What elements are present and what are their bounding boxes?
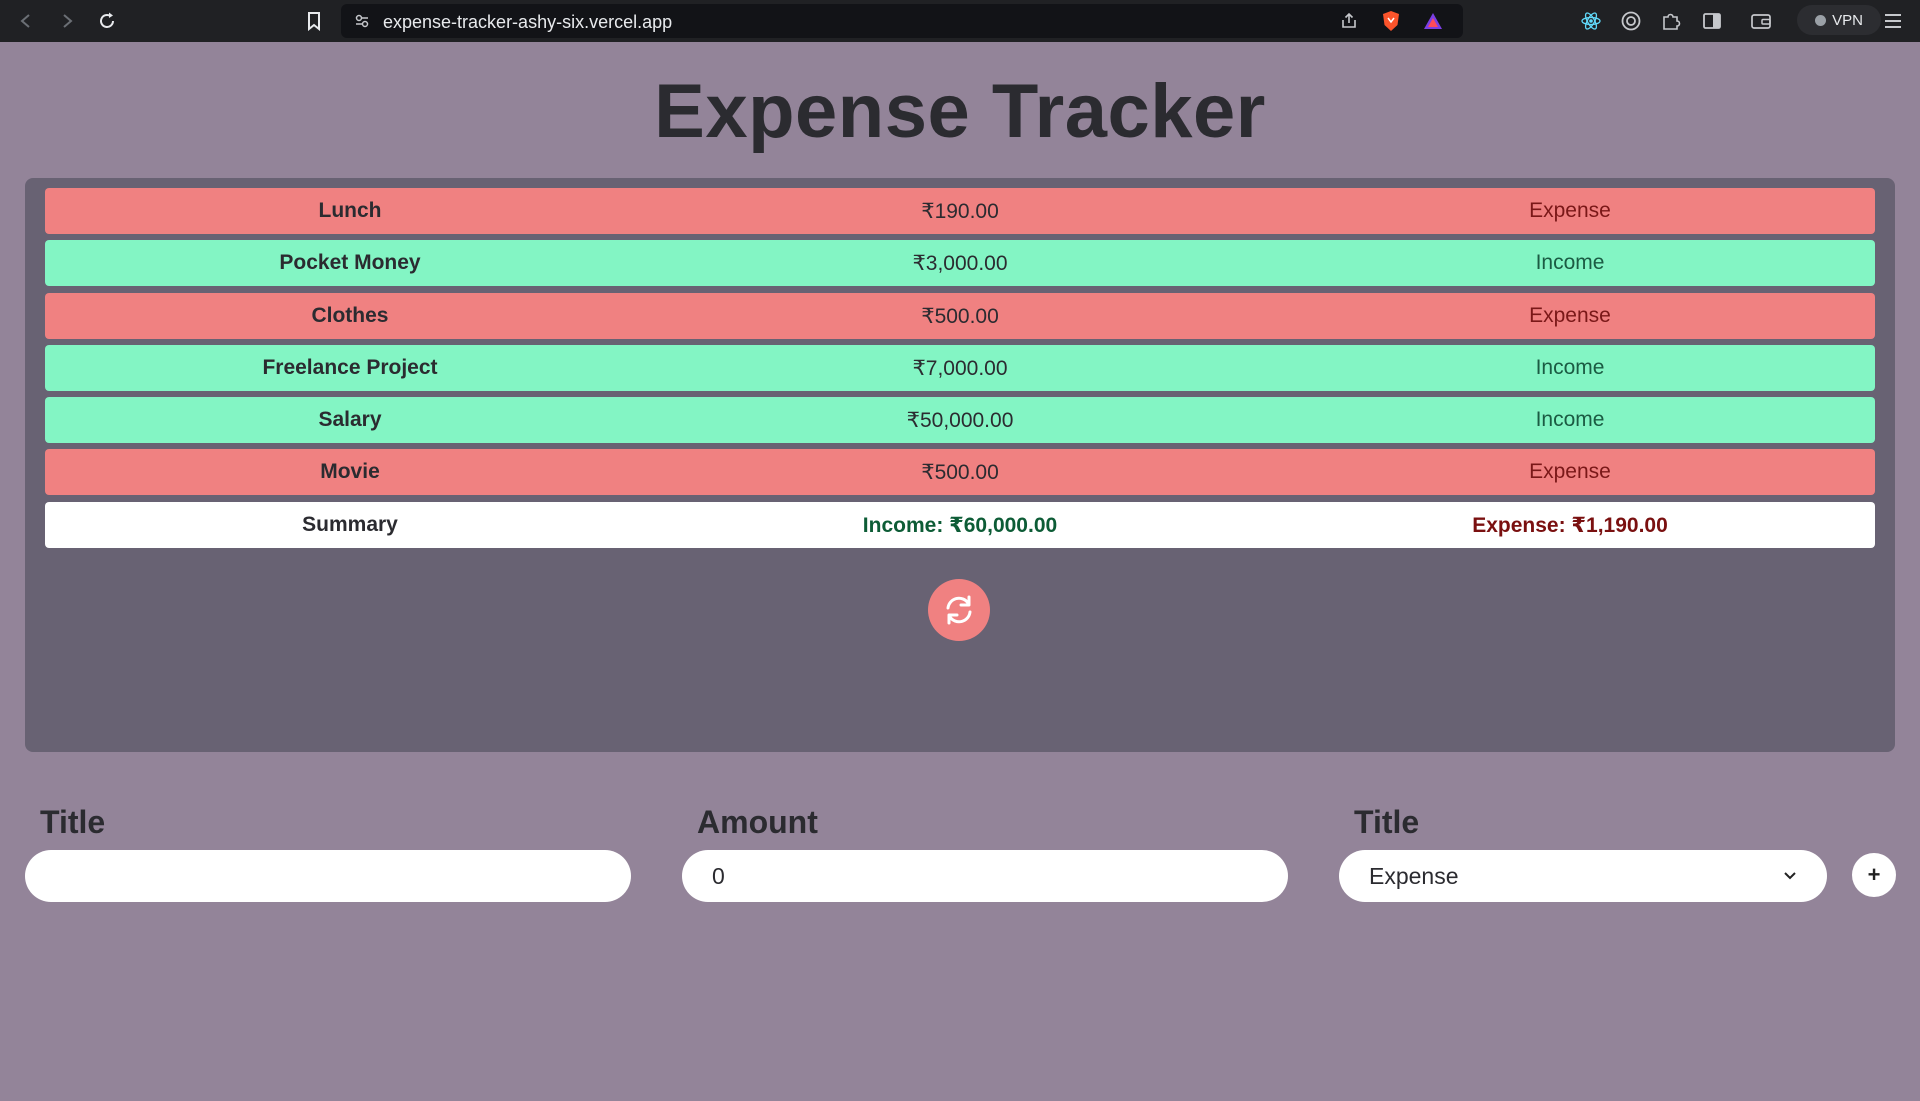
- transaction-title: Freelance Project: [262, 356, 438, 379]
- sidebar-toggle-icon[interactable]: [1699, 8, 1725, 34]
- browser-toolbar: expense-tracker-ashy-six.vercel.app VPN: [0, 0, 1920, 42]
- refresh-icon: [946, 595, 972, 625]
- brave-shield-icon[interactable]: [1380, 10, 1402, 32]
- vpn-button[interactable]: VPN: [1797, 5, 1881, 35]
- transaction-title: Lunch: [318, 199, 382, 222]
- back-arrow-icon[interactable]: [12, 7, 40, 35]
- amount-input[interactable]: 0: [682, 850, 1288, 902]
- amount-label: Amount: [697, 804, 818, 840]
- site-info-icon[interactable]: [351, 10, 373, 32]
- title-label: Title: [40, 804, 106, 840]
- target-extension-icon[interactable]: [1618, 8, 1644, 34]
- refresh-button[interactable]: [928, 579, 990, 641]
- address-bar[interactable]: expense-tracker-ashy-six.vercel.app: [341, 4, 1463, 38]
- transaction-amount: ₹3,000.00: [912, 251, 1008, 275]
- transaction-type: Expense: [1529, 304, 1611, 327]
- chevron-down-icon: [1784, 872, 1796, 880]
- transaction-amount: ₹7,000.00: [912, 356, 1008, 380]
- transactions-panel: Lunch ₹190.00 Expense Pocket Money ₹3,00…: [25, 178, 1895, 752]
- extensions-puzzle-icon[interactable]: [1658, 8, 1684, 34]
- transaction-amount: ₹50,000.00: [906, 408, 1014, 432]
- type-selected-value: Expense: [1369, 862, 1459, 889]
- transaction-row[interactable]: Freelance Project ₹7,000.00 Income: [45, 345, 1875, 391]
- transaction-amount: ₹500.00: [921, 460, 999, 484]
- react-devtools-icon[interactable]: [1578, 8, 1604, 34]
- bookmark-icon[interactable]: [300, 7, 328, 35]
- transaction-row[interactable]: Salary ₹50,000.00 Income: [45, 397, 1875, 443]
- vpn-status-icon: [1815, 14, 1827, 26]
- transaction-amount: ₹500.00: [921, 304, 999, 328]
- transaction-amount: ₹190.00: [921, 199, 999, 223]
- brave-rewards-icon[interactable]: [1422, 10, 1444, 32]
- amount-value: 0: [712, 862, 725, 889]
- url-text: expense-tracker-ashy-six.vercel.app: [383, 12, 673, 32]
- transaction-title: Salary: [318, 408, 382, 431]
- transaction-row[interactable]: Pocket Money ₹3,000.00 Income: [45, 240, 1875, 286]
- transaction-title: Clothes: [311, 304, 389, 327]
- forward-arrow-icon[interactable]: [53, 7, 81, 35]
- transaction-type: Expense: [1529, 460, 1611, 483]
- summary-label: Summary: [302, 513, 398, 536]
- wallet-icon[interactable]: [1748, 8, 1774, 34]
- title-input[interactable]: [25, 850, 631, 902]
- vpn-label: VPN: [1832, 11, 1863, 29]
- share-icon[interactable]: [1338, 10, 1360, 32]
- type-label: Title: [1354, 804, 1420, 840]
- menu-icon[interactable]: [1880, 8, 1906, 34]
- transaction-row[interactable]: Clothes ₹500.00 Expense: [45, 293, 1875, 339]
- transaction-type: Income: [1535, 356, 1605, 379]
- transaction-title: Movie: [320, 460, 380, 483]
- reload-icon[interactable]: [93, 7, 121, 35]
- add-transaction-button[interactable]: +: [1852, 853, 1896, 897]
- summary-expense: Expense: ₹1,190.00: [1472, 513, 1668, 537]
- transaction-type: Income: [1535, 408, 1605, 431]
- summary-row: Summary Income: ₹60,000.00 Expense: ₹1,1…: [45, 502, 1875, 548]
- transaction-row[interactable]: Movie ₹500.00 Expense: [45, 449, 1875, 495]
- summary-income: Income: ₹60,000.00: [862, 513, 1058, 537]
- transaction-type: Income: [1535, 251, 1605, 274]
- transaction-row[interactable]: Lunch ₹190.00 Expense: [45, 188, 1875, 234]
- transaction-type: Expense: [1529, 199, 1611, 222]
- type-select[interactable]: Expense: [1339, 850, 1827, 902]
- transaction-title: Pocket Money: [279, 251, 421, 274]
- page-title: Expense Tracker: [654, 69, 1266, 154]
